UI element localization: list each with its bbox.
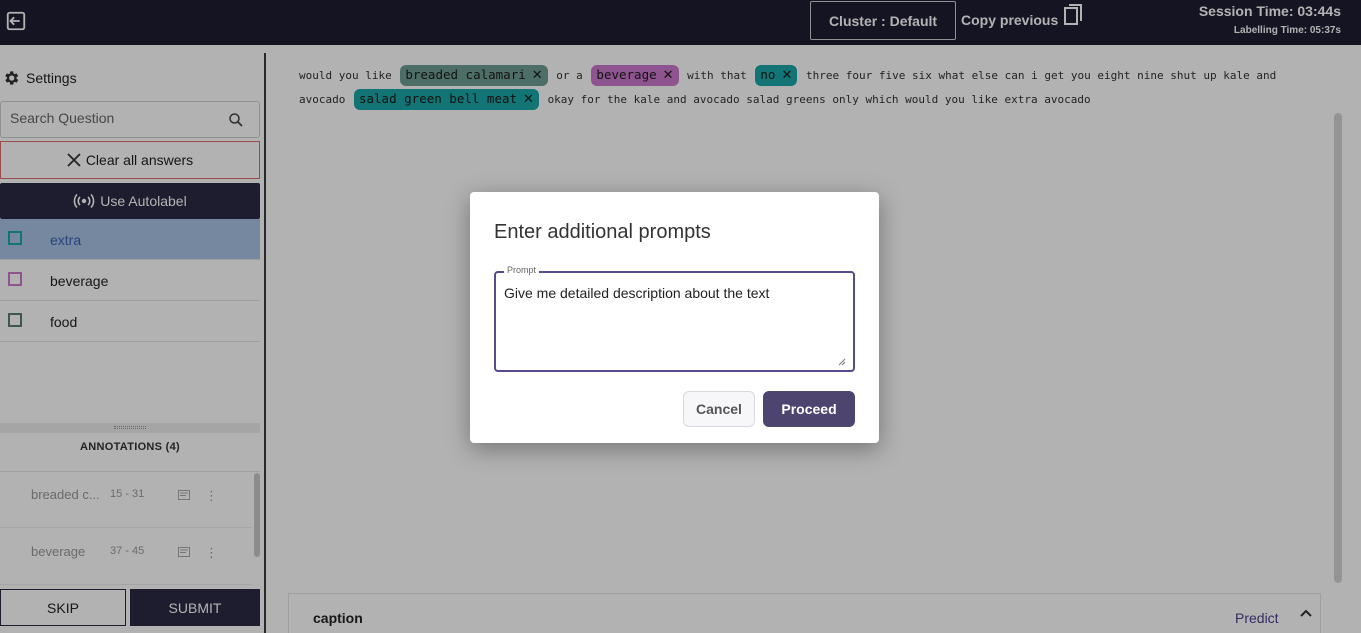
prompt-field-label: Prompt: [504, 265, 540, 275]
cancel-button[interactable]: Cancel: [683, 391, 755, 427]
additional-prompts-dialog: Enter additional prompts Prompt Give me …: [470, 192, 879, 443]
proceed-button[interactable]: Proceed: [763, 391, 855, 427]
resize-grip-icon[interactable]: [838, 358, 846, 366]
prompt-field: Prompt Give me detailed description abou…: [494, 265, 855, 372]
dialog-title: Enter additional prompts: [494, 221, 711, 243]
prompt-textarea[interactable]: Give me detailed description about the t…: [504, 285, 844, 363]
